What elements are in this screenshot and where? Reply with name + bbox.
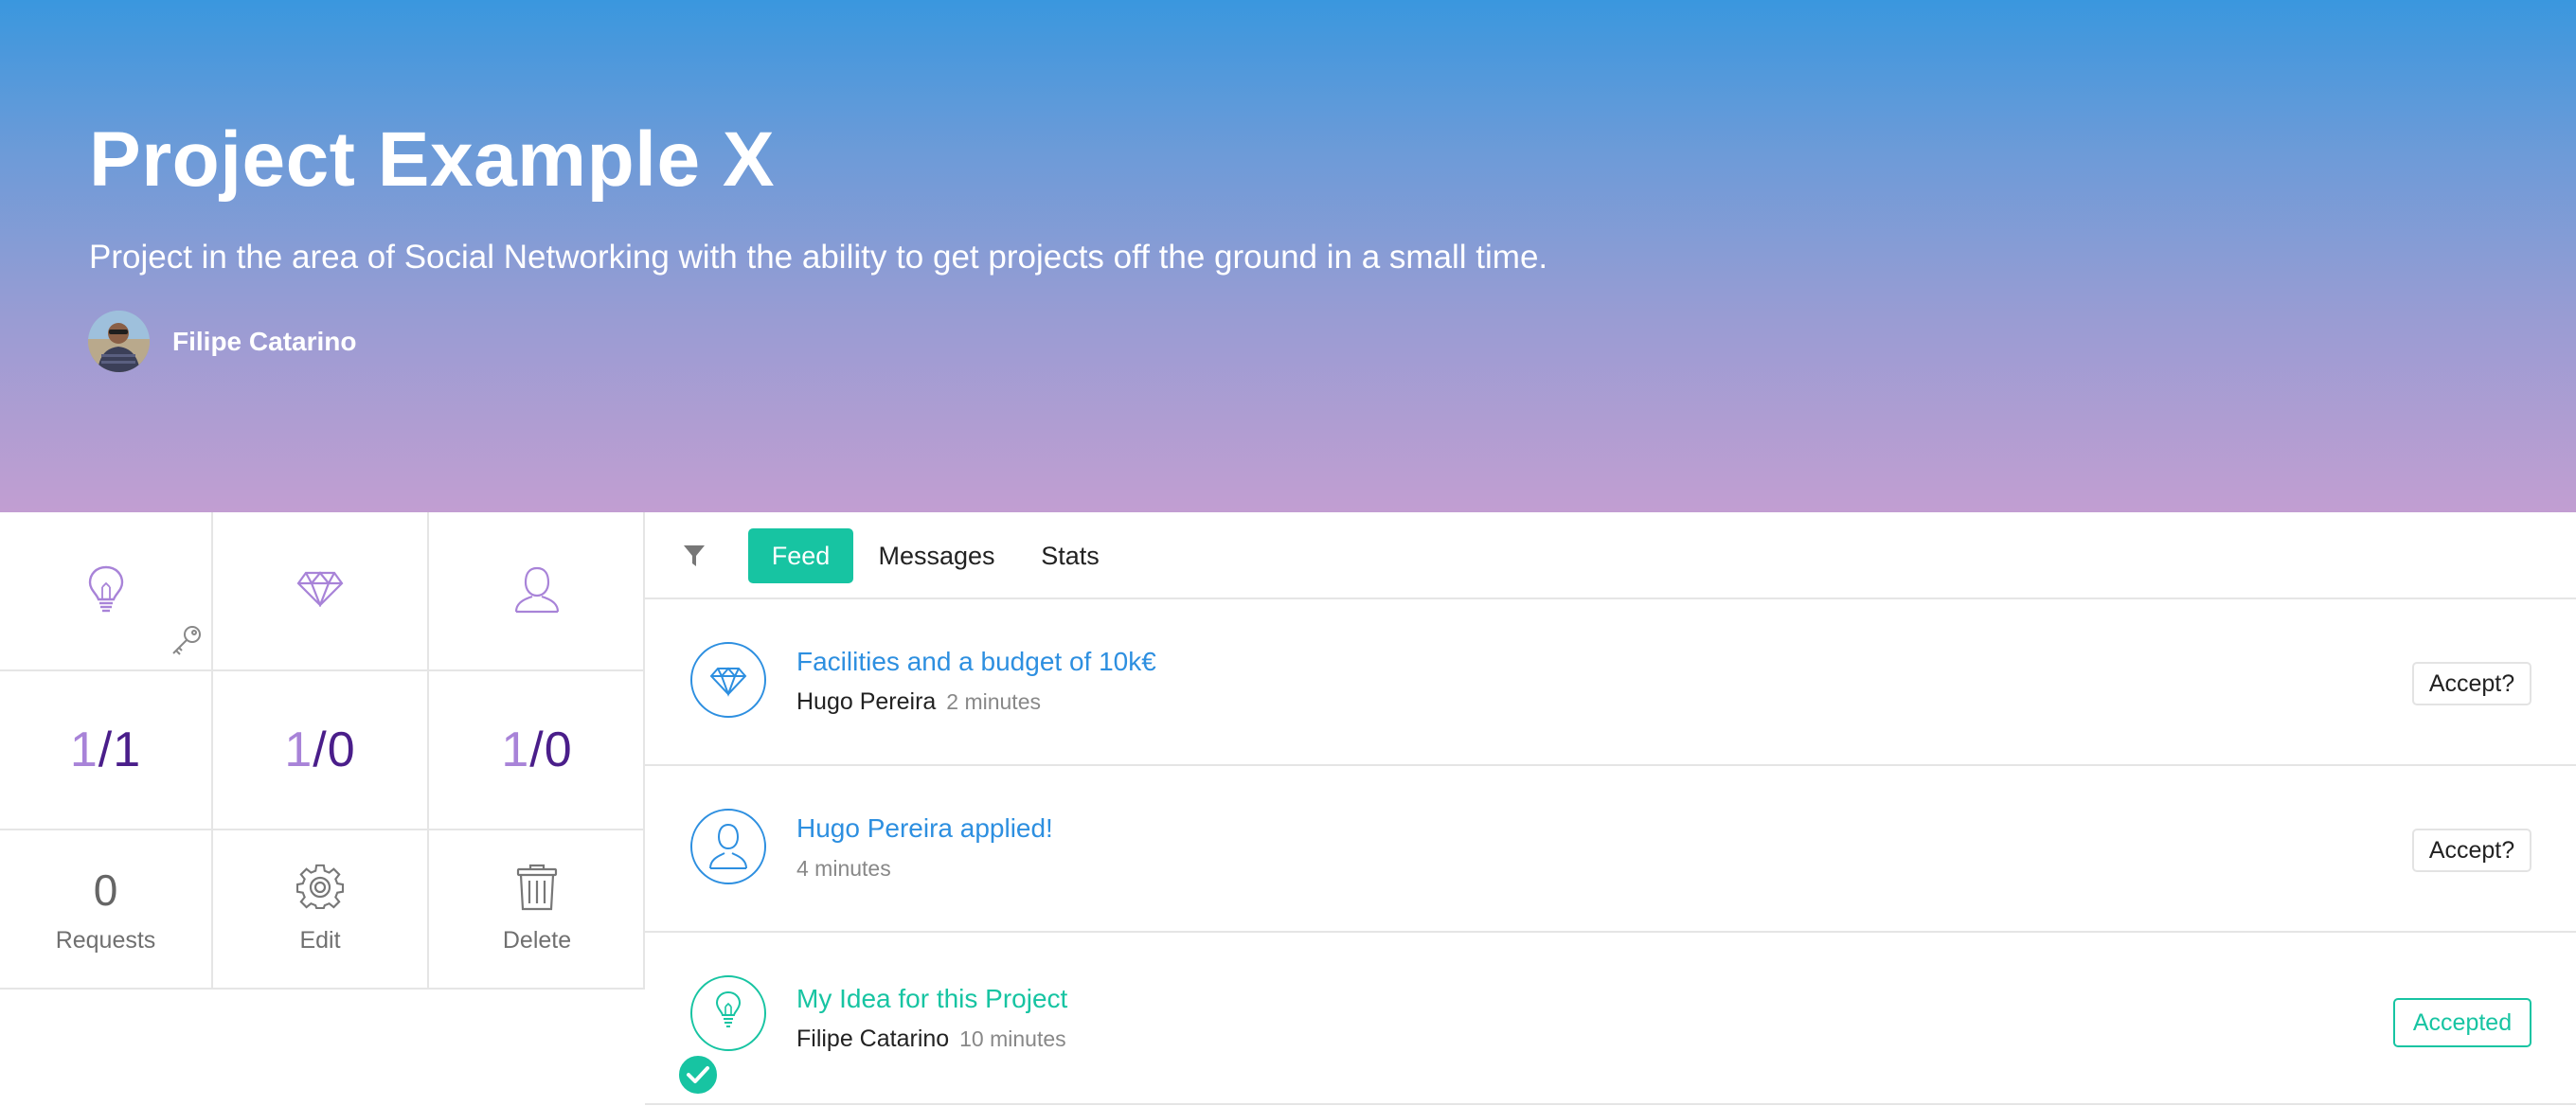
ideas-ratio-cell: 1/1 <box>0 671 213 830</box>
requests-button[interactable]: 0 Requests <box>0 830 213 990</box>
tab-stats[interactable]: Stats <box>1032 528 1108 583</box>
members-ratio-cell: 1/0 <box>429 671 645 830</box>
delete-button[interactable]: Delete <box>429 830 645 990</box>
requests-count: 0 <box>93 865 118 915</box>
resources-ratio-cell: 1/0 <box>213 671 429 830</box>
accept-button[interactable]: Accept? <box>2412 829 2531 872</box>
project-description: Project in the area of Social Networking… <box>89 239 1548 276</box>
feed-item-title[interactable]: Hugo Pereira applied! <box>796 813 1053 844</box>
feed-item-meta: Filipe Catarino 10 minutes <box>796 1026 1066 1053</box>
delete-label: Delete <box>502 927 572 954</box>
feed-item: Facilities and a budget of 10k€ Hugo Per… <box>645 599 2576 766</box>
lightbulb-icon <box>85 564 127 618</box>
feed-item-time: 4 minutes <box>796 856 891 881</box>
user-icon <box>689 808 767 885</box>
project-owner[interactable]: Filipe Catarino <box>88 311 356 372</box>
accepted-status-button[interactable]: Accepted <box>2393 998 2531 1047</box>
avatar[interactable] <box>88 311 150 372</box>
edit-button[interactable]: Edit <box>213 830 429 990</box>
ideas-ratio: 1/1 <box>69 722 142 777</box>
diamond-icon <box>689 641 767 719</box>
project-header: Project Example X Project in the area of… <box>0 0 2576 512</box>
lightbulb-icon <box>689 974 767 1052</box>
requests-label: Requests <box>55 926 156 954</box>
feed-item-time: 10 minutes <box>959 1026 1066 1051</box>
key-icon <box>170 623 204 662</box>
resources-cell[interactable] <box>213 512 429 671</box>
owner-name[interactable]: Filipe Catarino <box>172 327 356 357</box>
user-icon <box>512 564 562 618</box>
tab-feed[interactable]: Feed <box>748 528 853 583</box>
feed-item-author[interactable]: Hugo Pereira <box>796 688 936 715</box>
tab-messages[interactable]: Messages <box>872 528 1001 583</box>
feed-item: Hugo Pereira applied! 4 minutes Accept? <box>645 766 2576 933</box>
project-stats-panel: 1/1 1/0 1/0 0 Requests Edit Delete <box>0 512 645 990</box>
feed-item-title[interactable]: Facilities and a budget of 10k€ <box>796 647 1156 677</box>
accept-button[interactable]: Accept? <box>2412 662 2531 705</box>
feed-tabs-bar: Feed Messages Stats <box>645 512 2576 599</box>
feed-item-meta: Hugo Pereira 2 minutes <box>796 688 1041 716</box>
page-title: Project Example X <box>89 116 776 203</box>
edit-label: Edit <box>299 927 341 954</box>
feed-item-time: 2 minutes <box>946 689 1041 714</box>
filter-icon[interactable] <box>683 544 706 573</box>
trash-icon <box>516 864 558 916</box>
ideas-cell[interactable] <box>0 512 213 671</box>
feed-item: My Idea for this Project Filipe Catarino… <box>645 933 2576 1105</box>
members-ratio: 1/0 <box>501 722 573 777</box>
gear-icon <box>295 864 345 916</box>
members-cell[interactable] <box>429 512 645 671</box>
feed-item-meta: 4 minutes <box>796 855 891 883</box>
feed-item-author[interactable]: Filipe Catarino <box>796 1026 949 1052</box>
check-icon <box>677 1054 719 1100</box>
resources-ratio: 1/0 <box>284 722 356 777</box>
feed-item-title[interactable]: My Idea for this Project <box>796 984 1067 1014</box>
diamond-icon <box>296 570 344 612</box>
